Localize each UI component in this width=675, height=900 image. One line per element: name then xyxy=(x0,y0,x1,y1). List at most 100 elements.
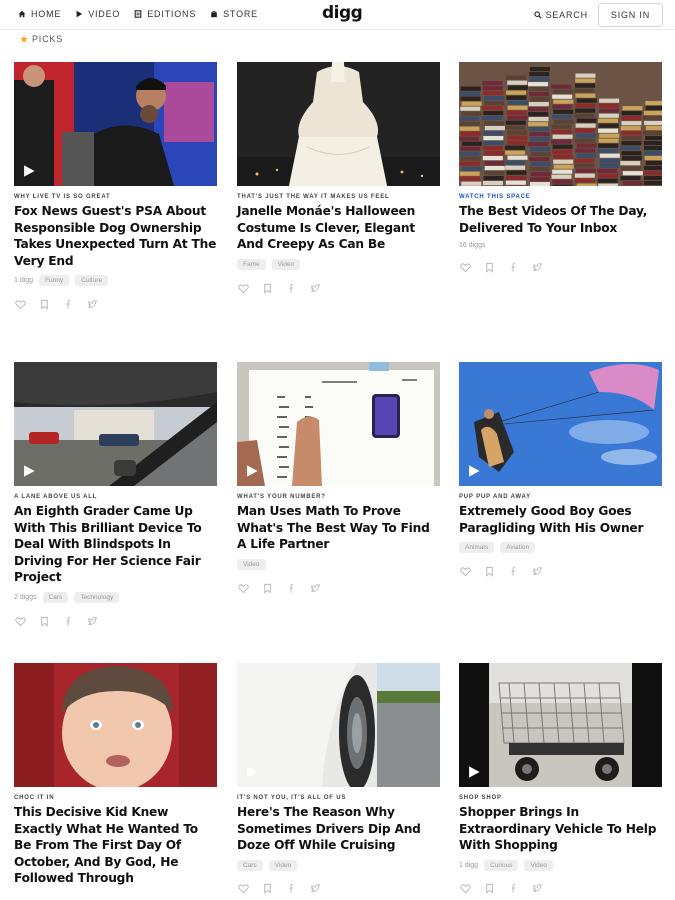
heart-icon[interactable] xyxy=(460,883,471,894)
twitter-icon[interactable] xyxy=(532,262,543,273)
search-icon xyxy=(533,11,542,19)
article-meta: Cars Video xyxy=(237,859,440,871)
twitter-icon[interactable] xyxy=(87,616,98,627)
twitter-icon[interactable] xyxy=(310,583,321,594)
facebook-icon[interactable] xyxy=(286,283,297,294)
article-meta: 1 digg Funny Culture xyxy=(14,275,217,286)
heart-icon[interactable] xyxy=(238,583,249,594)
tag[interactable]: Video xyxy=(524,859,553,871)
tag[interactable]: Video xyxy=(271,258,301,270)
nav-home[interactable]: HOME xyxy=(18,9,61,19)
play-icon xyxy=(24,165,35,177)
tag[interactable]: Animals xyxy=(459,542,495,553)
digg-logo[interactable]: digg xyxy=(322,3,363,23)
bookmark-icon[interactable] xyxy=(262,283,273,294)
thumbnail-image xyxy=(459,362,662,486)
twitter-icon[interactable] xyxy=(310,883,321,894)
article-headline[interactable]: Extremely Good Boy Goes Paragliding With… xyxy=(459,503,662,536)
facebook-icon[interactable] xyxy=(286,583,297,594)
article-kicker: A LANE ABOVE US ALL xyxy=(14,494,98,500)
tag[interactable]: Culture xyxy=(75,275,109,286)
search-button[interactable]: SEARCH xyxy=(533,10,588,20)
article-thumbnail[interactable] xyxy=(459,663,662,787)
article-kicker: SHOP SHOP xyxy=(459,795,502,801)
tag[interactable]: Funny xyxy=(39,275,70,286)
facebook-icon[interactable] xyxy=(508,883,519,894)
heart-icon[interactable] xyxy=(15,616,26,627)
article-headline[interactable]: Here's The Reason Why Sometimes Drivers … xyxy=(237,804,440,854)
thumbnail-image xyxy=(14,362,217,486)
facebook-icon[interactable] xyxy=(508,262,519,273)
section-label: PICKS xyxy=(20,34,63,44)
facebook-icon[interactable] xyxy=(286,883,297,894)
twitter-icon[interactable] xyxy=(532,883,543,894)
nav-editions[interactable]: EDITIONS xyxy=(134,9,196,19)
article-headline[interactable]: An Eighth Grader Came Up With This Brill… xyxy=(14,503,217,586)
digg-count: 16 diggs xyxy=(459,242,486,249)
thumbnail-image xyxy=(14,62,217,186)
tag[interactable]: Cars xyxy=(42,591,69,603)
nav-video[interactable]: VIDEO xyxy=(75,9,120,19)
article-headline[interactable]: The Best Videos Of The Day, Delivered To… xyxy=(459,203,662,236)
thumbnail-image xyxy=(237,663,440,787)
bookmark-icon[interactable] xyxy=(262,883,273,894)
tag[interactable]: Fame xyxy=(237,258,266,270)
bookmark-icon[interactable] xyxy=(262,583,273,594)
twitter-icon[interactable] xyxy=(87,299,98,310)
twitter-icon[interactable] xyxy=(532,566,543,577)
article-card: THAT'S JUST THE WAY IT MAKES US FEEL Jan… xyxy=(237,62,440,294)
sign-in-button[interactable]: SIGN IN xyxy=(597,3,663,27)
article-headline[interactable]: This Decisive Kid Knew Exactly What He W… xyxy=(14,804,217,887)
tag[interactable]: Cars xyxy=(237,859,263,871)
heart-icon[interactable] xyxy=(238,883,249,894)
article-thumbnail[interactable] xyxy=(237,362,440,486)
article-card: CHOC IT IN This Decisive Kid Knew Exactl… xyxy=(14,663,217,887)
editions-icon xyxy=(134,10,142,18)
article-card: WHY LIVE TV IS SO GREAT Fox News Guest's… xyxy=(14,62,217,310)
article-thumbnail[interactable] xyxy=(237,663,440,787)
article-card: IT'S NOT YOU, IT'S ALL OF US Here's The … xyxy=(237,663,440,894)
nav-store-label: STORE xyxy=(223,9,258,19)
article-kicker: THAT'S JUST THE WAY IT MAKES US FEEL xyxy=(237,194,390,200)
store-icon xyxy=(211,10,217,18)
bookmark-icon[interactable] xyxy=(39,299,50,310)
article-thumbnail[interactable] xyxy=(459,362,662,486)
article-thumbnail[interactable] xyxy=(14,663,217,787)
play-icon xyxy=(247,766,258,778)
digg-count: 1 digg xyxy=(459,861,479,869)
tag[interactable]: Video xyxy=(237,558,266,570)
article-headline[interactable]: Fox News Guest's PSA About Responsible D… xyxy=(14,203,217,269)
star-icon xyxy=(20,35,28,43)
tag[interactable]: Technology xyxy=(74,591,120,603)
heart-icon[interactable] xyxy=(238,283,249,294)
heart-icon[interactable] xyxy=(15,299,26,310)
bookmark-icon[interactable] xyxy=(484,566,495,577)
article-thumbnail[interactable] xyxy=(14,362,217,486)
bookmark-icon[interactable] xyxy=(484,262,495,273)
article-thumbnail[interactable] xyxy=(237,62,440,186)
article-kicker: WATCH THIS SPACE xyxy=(459,194,531,200)
play-icon xyxy=(76,10,83,18)
tag[interactable]: Curious xyxy=(484,859,519,871)
article-card: WHAT'S YOUR NUMBER? Man Uses Math To Pro… xyxy=(237,362,440,594)
article-kicker: WHAT'S YOUR NUMBER? xyxy=(237,494,326,500)
article-meta: 2 diggs Cars Technology xyxy=(14,591,217,603)
article-thumbnail[interactable] xyxy=(459,62,662,186)
facebook-icon[interactable] xyxy=(508,566,519,577)
thumbnail-image xyxy=(237,362,440,486)
heart-icon[interactable] xyxy=(460,262,471,273)
article-headline[interactable]: Janelle Monáe's Halloween Costume Is Cle… xyxy=(237,203,440,253)
article-headline[interactable]: Shopper Brings In Extraordinary Vehicle … xyxy=(459,804,662,854)
bookmark-icon[interactable] xyxy=(484,883,495,894)
heart-icon[interactable] xyxy=(460,566,471,577)
article-meta: Fame Video xyxy=(237,258,440,270)
nav-store[interactable]: STORE xyxy=(210,9,258,19)
facebook-icon[interactable] xyxy=(63,299,74,310)
article-thumbnail[interactable] xyxy=(14,62,217,186)
twitter-icon[interactable] xyxy=(310,283,321,294)
facebook-icon[interactable] xyxy=(63,616,74,627)
bookmark-icon[interactable] xyxy=(39,616,50,627)
tag[interactable]: Aviation xyxy=(500,542,536,553)
tag[interactable]: Video xyxy=(268,859,298,871)
article-headline[interactable]: Man Uses Math To Prove What's The Best W… xyxy=(237,503,440,553)
